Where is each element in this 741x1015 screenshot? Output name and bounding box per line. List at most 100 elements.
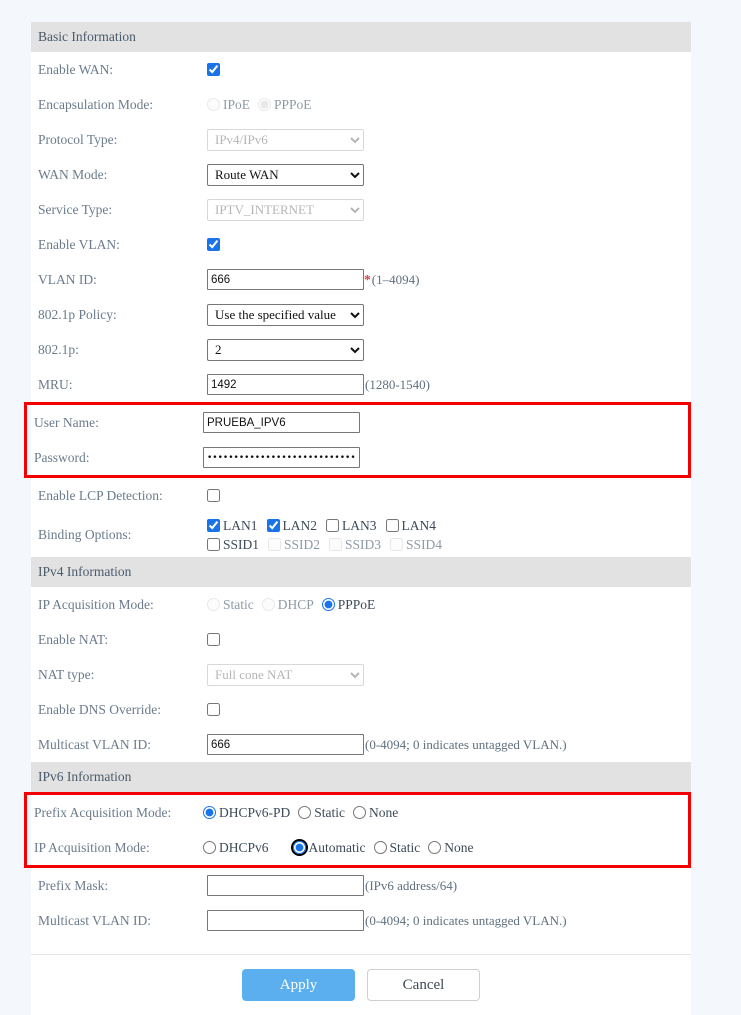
dhcpv6-radio[interactable] bbox=[203, 841, 216, 854]
row-ipv4-multicast-vlan-id: Multicast VLAN ID: (0-4094; 0 indicates … bbox=[31, 727, 691, 762]
radio-option-dhcpv6-pd[interactable]: DHCPv6-PD bbox=[203, 805, 290, 821]
radio-option-prefix-static[interactable]: Static bbox=[298, 805, 345, 821]
enable-wan-checkbox[interactable] bbox=[207, 63, 220, 76]
field-vlan-id: * (1–4094) bbox=[207, 269, 691, 290]
radio-option-ipv4-static[interactable]: Static bbox=[207, 597, 254, 613]
row-enable-dns-override: Enable DNS Override: bbox=[31, 692, 691, 727]
ssid3-checkbox[interactable] bbox=[329, 538, 342, 551]
lan2-label: LAN2 bbox=[283, 518, 318, 534]
ipv6-multicast-vlan-id-hint: (0-4094; 0 indicates untagged VLAN.) bbox=[365, 913, 567, 929]
label-vlan-id: VLAN ID: bbox=[38, 272, 207, 288]
ipv6-acquisition-highlight-box: Prefix Acquisition Mode: DHCPv6-PD Stati… bbox=[24, 792, 691, 868]
lan3-label: LAN3 bbox=[342, 518, 377, 534]
lan1-checkbox[interactable] bbox=[207, 519, 220, 532]
enable-vlan-checkbox[interactable] bbox=[207, 238, 220, 251]
ipv4-static-label: Static bbox=[223, 597, 254, 613]
field-enable-nat bbox=[207, 633, 691, 646]
checkbox-option-ssid1[interactable]: SSID1 bbox=[207, 537, 259, 553]
label-encapsulation-mode: Encapsulation Mode: bbox=[38, 97, 207, 113]
field-service-type: IPTV_INTERNET bbox=[207, 199, 691, 221]
row-protocol-type: Protocol Type: IPv4/IPv6 bbox=[31, 122, 691, 157]
radio-option-ipv6-none[interactable]: None bbox=[428, 840, 473, 856]
credentials-highlight-box: User Name: Password: bbox=[24, 402, 691, 478]
prefix-none-radio[interactable] bbox=[353, 806, 366, 819]
enable-nat-checkbox[interactable] bbox=[207, 633, 220, 646]
radio-option-ipv6-static[interactable]: Static bbox=[374, 840, 421, 856]
label-ipv6-acquisition-mode: IP Acquisition Mode: bbox=[34, 840, 203, 856]
dhcpv6-pd-label: DHCPv6-PD bbox=[219, 805, 290, 821]
prefix-mask-input[interactable] bbox=[207, 875, 364, 896]
radio-option-dhcpv6[interactable]: DHCPv6 bbox=[203, 840, 269, 856]
radio-option-automatic[interactable]: Automatic bbox=[291, 839, 366, 856]
radio-option-prefix-none[interactable]: None bbox=[353, 805, 398, 821]
ipv4-multicast-vlan-id-input[interactable] bbox=[207, 734, 364, 755]
row-8021p: 802.1p: 2 bbox=[31, 332, 691, 367]
checkbox-option-ssid4[interactable]: SSID4 bbox=[390, 537, 442, 553]
mru-input[interactable] bbox=[207, 374, 364, 395]
checkbox-option-lan2[interactable]: LAN2 bbox=[267, 518, 318, 534]
checkbox-option-lan1[interactable]: LAN1 bbox=[207, 518, 258, 534]
ipoe-radio[interactable] bbox=[207, 98, 220, 111]
ipv4-dhcp-radio[interactable] bbox=[262, 598, 275, 611]
dhcpv6-pd-radio[interactable] bbox=[203, 806, 216, 819]
row-binding-options: Binding Options: LAN1 LAN2 LAN3 bbox=[31, 513, 691, 557]
protocol-type-select[interactable]: IPv4/IPv6 bbox=[207, 129, 364, 151]
enable-dns-override-checkbox[interactable] bbox=[207, 703, 220, 716]
vlan-id-hint: (1–4094) bbox=[372, 272, 420, 288]
radio-option-pppoe[interactable]: PPPoE bbox=[258, 97, 312, 113]
pppoe-label: PPPoE bbox=[274, 97, 312, 113]
service-type-select[interactable]: IPTV_INTERNET bbox=[207, 199, 364, 221]
field-encapsulation-mode: IPoE PPPoE bbox=[207, 97, 691, 113]
ipv4-multicast-vlan-id-hint: (0-4094; 0 indicates untagged VLAN.) bbox=[365, 737, 567, 753]
cancel-button[interactable]: Cancel bbox=[367, 969, 480, 1001]
row-enable-vlan: Enable VLAN: bbox=[31, 227, 691, 262]
section-header-ipv4: IPv4 Information bbox=[31, 557, 691, 587]
lan3-checkbox[interactable] bbox=[326, 519, 339, 532]
wan-mode-select[interactable]: Route WAN bbox=[207, 164, 364, 186]
nat-type-select[interactable]: Full cone NAT bbox=[207, 664, 364, 686]
prefix-static-radio[interactable] bbox=[298, 806, 311, 819]
checkbox-option-ssid3[interactable]: SSID3 bbox=[329, 537, 381, 553]
radio-option-ipoe[interactable]: IPoE bbox=[207, 97, 250, 113]
8021p-policy-select[interactable]: Use the specified value bbox=[207, 304, 364, 326]
ipv4-pppoe-radio[interactable] bbox=[322, 598, 335, 611]
user-name-input[interactable] bbox=[203, 412, 360, 433]
ipv6-none-radio[interactable] bbox=[428, 841, 441, 854]
label-user-name: User Name: bbox=[34, 415, 203, 431]
password-input[interactable] bbox=[203, 447, 360, 468]
prefix-mask-hint: (IPv6 address/64) bbox=[365, 878, 457, 894]
checkbox-option-lan3[interactable]: LAN3 bbox=[326, 518, 377, 534]
8021p-select[interactable]: 2 bbox=[207, 339, 364, 361]
field-ipv6-multicast-vlan-id: (0-4094; 0 indicates untagged VLAN.) bbox=[207, 910, 691, 931]
row-enable-nat: Enable NAT: bbox=[31, 622, 691, 657]
vlan-id-required-marker: * bbox=[364, 272, 371, 288]
row-password: Password: bbox=[31, 440, 688, 475]
ipv6-static-radio[interactable] bbox=[374, 841, 387, 854]
checkbox-option-lan4[interactable]: LAN4 bbox=[386, 518, 437, 534]
field-8021p: 2 bbox=[207, 339, 691, 361]
lan2-checkbox[interactable] bbox=[267, 519, 280, 532]
radio-option-ipv4-pppoe[interactable]: PPPoE bbox=[322, 597, 376, 613]
ipv4-static-radio[interactable] bbox=[207, 598, 220, 611]
label-enable-dns-override: Enable DNS Override: bbox=[38, 702, 207, 718]
checkbox-option-ssid2[interactable]: SSID2 bbox=[268, 537, 320, 553]
label-protocol-type: Protocol Type: bbox=[38, 132, 207, 148]
binding-lan-row: LAN1 LAN2 LAN3 LAN4 bbox=[207, 518, 451, 534]
ssid1-checkbox[interactable] bbox=[207, 538, 220, 551]
lan4-checkbox[interactable] bbox=[386, 519, 399, 532]
ssid2-checkbox[interactable] bbox=[268, 538, 281, 551]
label-ipv4-multicast-vlan-id: Multicast VLAN ID: bbox=[38, 737, 207, 753]
ipv6-multicast-vlan-id-input[interactable] bbox=[207, 910, 364, 931]
automatic-radio[interactable] bbox=[293, 841, 306, 854]
field-8021p-policy: Use the specified value bbox=[207, 304, 691, 326]
radio-option-ipv4-dhcp[interactable]: DHCP bbox=[262, 597, 314, 613]
field-password bbox=[203, 447, 688, 468]
automatic-label: Automatic bbox=[309, 840, 366, 856]
pppoe-radio[interactable] bbox=[258, 98, 271, 111]
ssid1-label: SSID1 bbox=[223, 537, 259, 553]
enable-lcp-checkbox[interactable] bbox=[207, 489, 220, 502]
apply-button[interactable]: Apply bbox=[242, 969, 355, 1001]
ssid4-checkbox[interactable] bbox=[390, 538, 403, 551]
row-user-name: User Name: bbox=[31, 405, 688, 440]
vlan-id-input[interactable] bbox=[207, 269, 364, 290]
